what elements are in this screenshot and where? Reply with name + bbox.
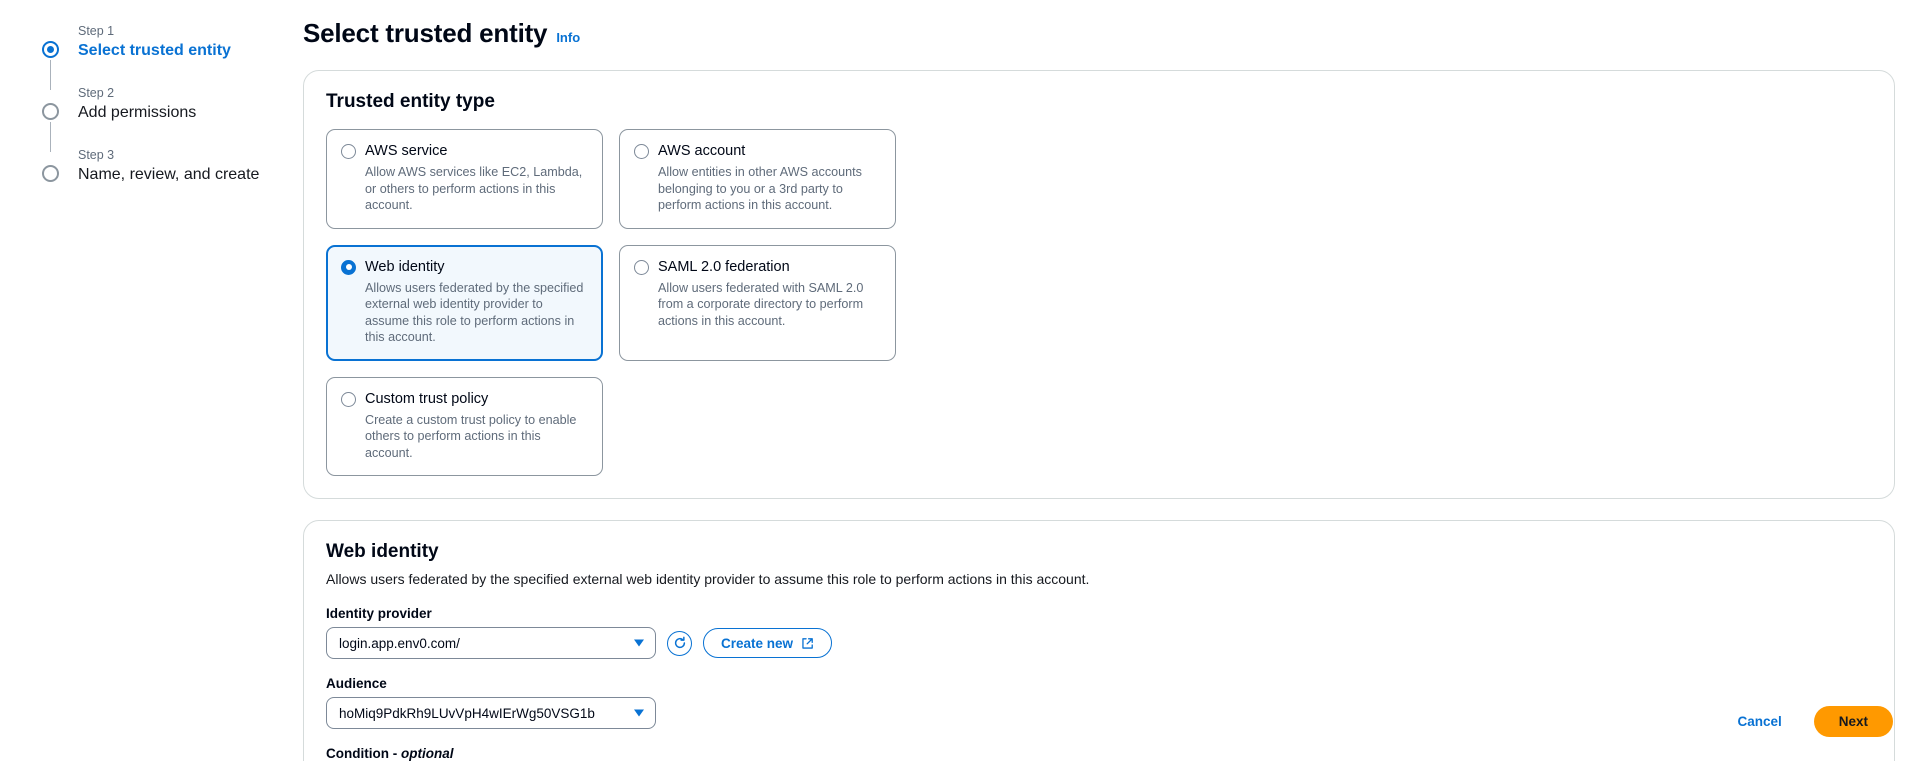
radio-icon[interactable] [634,144,649,159]
identity-provider-select[interactable]: login.app.env0.com/ [326,627,656,659]
trusted-entity-type-options: AWS service Allow AWS services like EC2,… [326,129,1188,476]
chevron-down-icon [634,709,644,717]
external-link-icon [802,637,813,649]
info-link[interactable]: Info [556,30,580,45]
entity-option-web-identity[interactable]: Web identity Allows users federated by t… [326,244,603,361]
web-identity-heading: Web identity [326,541,439,562]
main-content: Select trusted entity Info Trusted entit… [303,18,1895,761]
trusted-entity-type-heading: Trusted entity type [326,91,495,112]
step-3-number: Step 3 [78,148,115,162]
radio-icon-selected[interactable] [341,259,356,275]
entity-option-label: Custom trust policy [365,390,489,407]
entity-option-label: Web identity [365,258,445,275]
audience-field: Audience hoMiq9PdkRh9LUvVpH4wIErWg50VSG1… [326,676,1872,729]
step-3-radio-icon [42,165,59,182]
entity-option-aws-service-row: AWS service [341,142,588,161]
chevron-down-icon [634,639,644,647]
identity-provider-label: Identity provider [326,606,432,621]
radio-icon[interactable] [341,144,356,159]
entity-option-web-identity-row: Web identity [341,258,588,277]
step-3-title: Name, review, and create [78,166,260,183]
step-2-title: Add permissions [78,104,197,121]
audience-label: Audience [326,676,387,691]
refresh-icon [674,636,685,649]
wizard-footer-actions: Cancel Next [1731,706,1893,737]
entity-option-custom-trust-policy[interactable]: Custom trust policy Create a custom trus… [326,376,603,476]
next-button[interactable]: Next [1813,706,1893,737]
create-new-provider-button[interactable]: Create new [703,628,833,658]
page-title-row: Select trusted entity Info [303,18,1895,49]
stepper-step-2[interactable]: Step 2 Add permissions [42,84,292,152]
entity-option-label: SAML 2.0 federation [658,258,790,275]
entity-option-label: AWS account [658,143,746,159]
entity-option-description: Allow entities in other AWS accounts bel… [658,165,862,212]
audience-value: hoMiq9PdkRh9LUvVpH4wIErWg50VSG1b [339,705,595,721]
entity-option-aws-account-row: AWS account [634,142,881,161]
web-identity-description: Allows users federated by the specified … [326,571,1090,587]
web-identity-panel: Web identity Allows users federated by t… [303,520,1895,761]
stepper-step-1[interactable]: Step 1 Select trusted entity [42,22,292,90]
audience-select[interactable]: hoMiq9PdkRh9LUvVpH4wIErWg50VSG1b [326,697,656,729]
cancel-button[interactable]: Cancel [1731,713,1787,730]
entity-option-aws-account[interactable]: AWS account Allow entities in other AWS … [619,129,896,229]
identity-provider-value: login.app.env0.com/ [339,635,460,651]
entity-option-description: Allow AWS services like EC2, Lambda, or … [365,165,583,212]
entity-option-aws-service[interactable]: AWS service Allow AWS services like EC2,… [326,129,603,229]
create-role-wizard-page: Step 1 Select trusted entity Step 2 Add … [0,0,1911,761]
radio-icon[interactable] [341,391,356,407]
identity-provider-field: Identity provider login.app.env0.com/ Cr… [326,606,1872,659]
create-new-label: Create new [721,635,794,651]
stepper-step-3[interactable]: Step 3 Name, review, and create [42,146,292,186]
wizard-stepper: Step 1 Select trusted entity Step 2 Add … [42,22,292,186]
entity-option-saml-federation[interactable]: SAML 2.0 federation Allow users federate… [619,244,896,361]
refresh-button[interactable] [667,630,692,656]
entity-option-saml-federation-row: SAML 2.0 federation [634,258,881,277]
step-1-number: Step 1 [78,24,115,38]
step-1-radio-icon [42,41,59,58]
condition-label-text: Condition - [326,746,401,761]
entity-option-label: AWS service [365,143,448,159]
identity-provider-controls: login.app.env0.com/ Create new [326,627,1872,659]
entity-option-description: Create a custom trust policy to enable o… [365,412,577,460]
entity-option-description: Allows users federated by the specified … [365,280,584,345]
trusted-entity-type-panel: Trusted entity type AWS service Allow AW… [303,70,1895,499]
condition-label: Condition - optional [326,746,1872,761]
page-title: Select trusted entity [303,18,548,48]
condition-optional-text: optional [400,746,454,761]
entity-option-custom-trust-policy-row: Custom trust policy [341,390,588,409]
condition-field: Condition - optional Add condition [326,746,1872,761]
radio-icon[interactable] [634,259,649,275]
step-2-radio-icon [42,103,59,120]
step-1-title: Select trusted entity [78,42,231,59]
entity-option-description: Allow users federated with SAML 2.0 from… [658,280,864,328]
step-2-number: Step 2 [78,86,115,100]
